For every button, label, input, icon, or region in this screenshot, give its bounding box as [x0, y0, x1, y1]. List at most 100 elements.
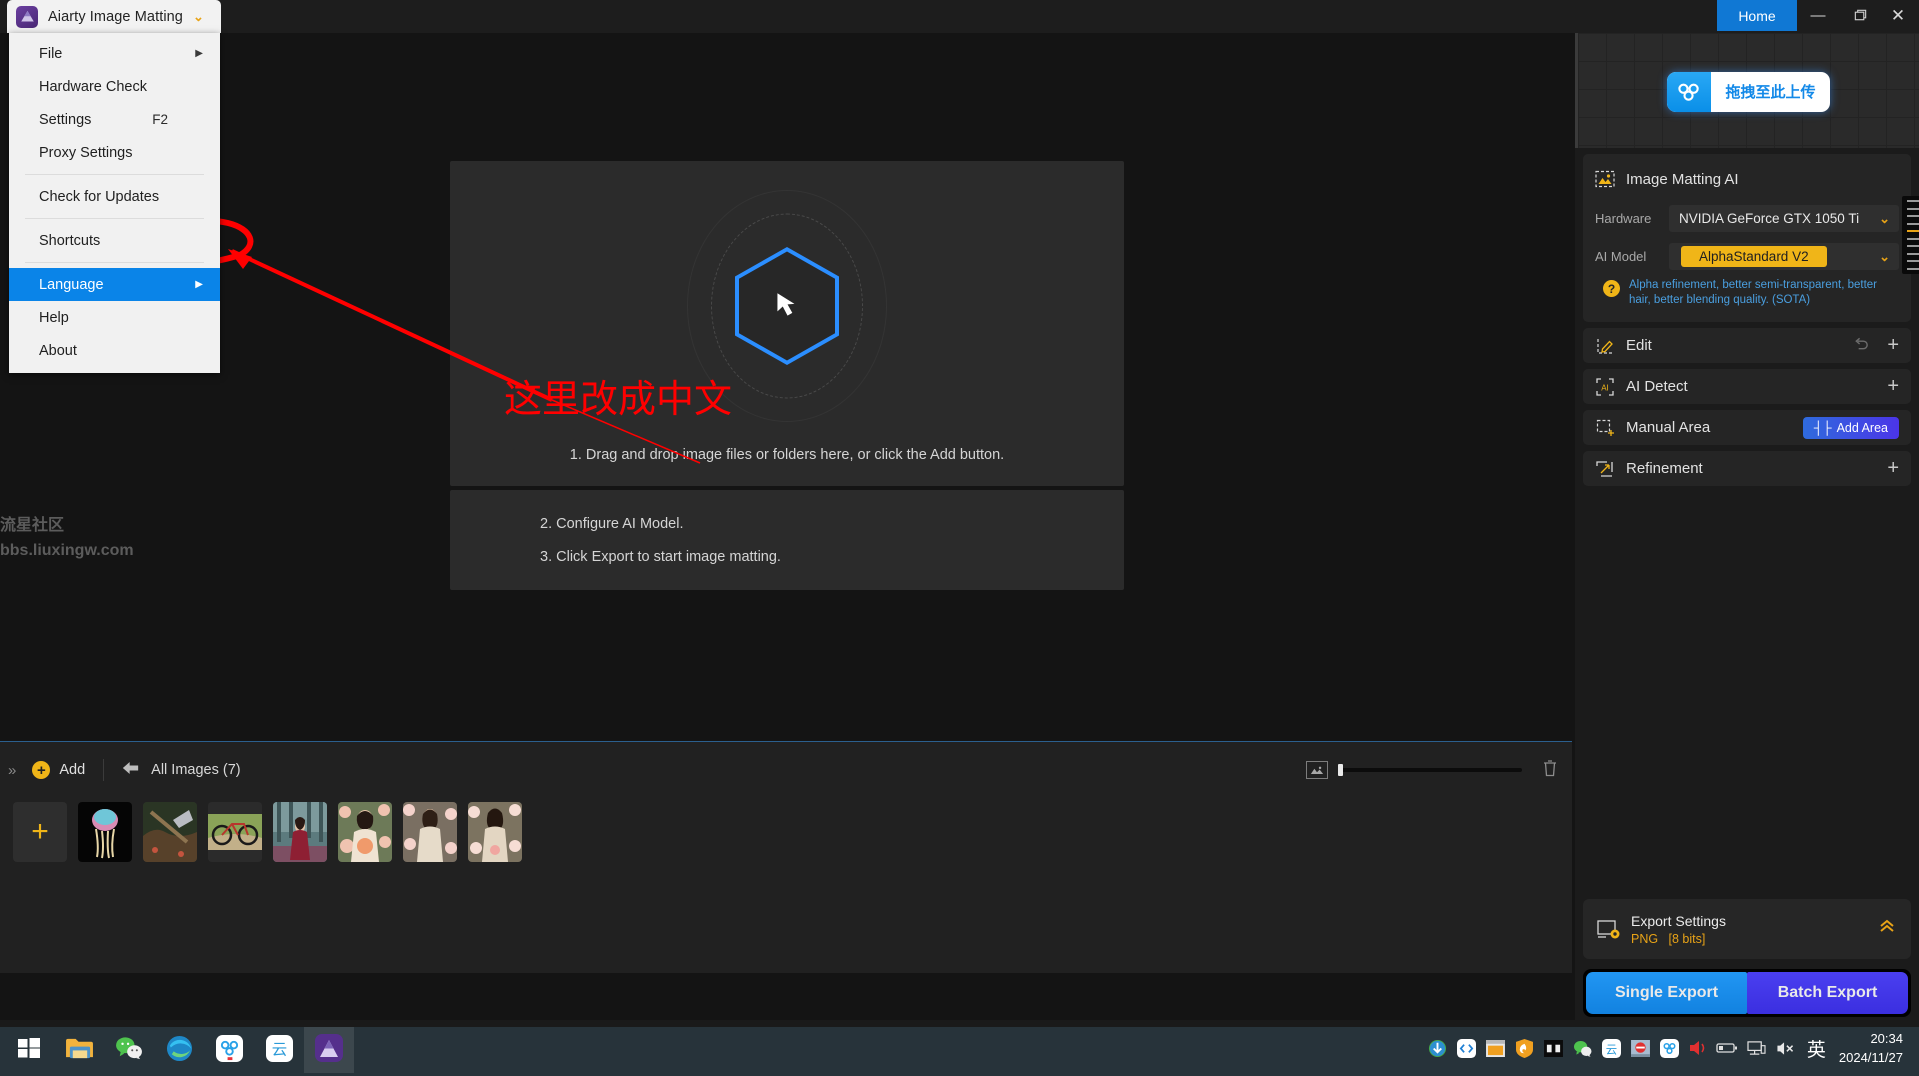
- menu-item-check-for-updates[interactable]: Check for Updates: [9, 180, 220, 213]
- aiarty-button[interactable]: [304, 1023, 354, 1073]
- chevron-down-icon[interactable]: ⌄: [193, 9, 204, 25]
- menu-separator: [25, 218, 204, 219]
- level-line: [1907, 207, 1919, 210]
- window-app-icon[interactable]: [1481, 1020, 1510, 1076]
- delete-icon[interactable]: [1542, 759, 1558, 782]
- aiarty-logo-icon: [314, 1033, 344, 1063]
- export-area: Export Settings PNG [8 bits] Single Expo…: [1583, 899, 1911, 1017]
- file-explorer-button[interactable]: [54, 1023, 104, 1073]
- folder-icon: [64, 1033, 94, 1063]
- instruction-step-2: 2. Configure AI Model.: [540, 515, 684, 532]
- wps-cloud-tray-icon[interactable]: 云: [1597, 1020, 1626, 1076]
- thumbnail-item[interactable]: [208, 802, 262, 862]
- wps-cloud-button[interactable]: 云: [254, 1023, 304, 1073]
- thumbnail-size-slider[interactable]: [1338, 764, 1522, 776]
- section-refinement[interactable]: Refinement +: [1583, 451, 1911, 486]
- edge-button[interactable]: [154, 1023, 204, 1073]
- baidu-netdisk-tray-icon[interactable]: [1655, 1020, 1684, 1076]
- menu-item-about[interactable]: About: [9, 334, 220, 367]
- network-icon[interactable]: [1742, 1020, 1771, 1076]
- add-button[interactable]: +: [1887, 375, 1899, 398]
- section-edit[interactable]: Edit +: [1583, 328, 1911, 363]
- code-editor-icon[interactable]: [1452, 1020, 1481, 1076]
- add-area-button[interactable]: ┤├ Add Area: [1802, 416, 1899, 439]
- single-export-button[interactable]: Single Export: [1586, 972, 1747, 1014]
- menu-item-help[interactable]: Help: [9, 301, 220, 334]
- chevron-up-icon[interactable]: [1877, 917, 1897, 941]
- export-settings-bar[interactable]: Export Settings PNG [8 bits]: [1583, 899, 1911, 959]
- huorong-security-icon[interactable]: [1510, 1020, 1539, 1076]
- instruction-step-1: 1. Drag and drop image files or folders …: [569, 447, 1005, 463]
- add-button[interactable]: +: [1887, 457, 1899, 480]
- minimize-button[interactable]: —: [1797, 0, 1839, 31]
- add-button[interactable]: +: [1887, 334, 1899, 357]
- ai-model-description-row: ? Alpha refinement, better semi-transpar…: [1595, 278, 1899, 308]
- input-language-indicator[interactable]: 英: [1800, 1035, 1833, 1062]
- section-ai-detect[interactable]: AI AI Detect +: [1583, 369, 1911, 404]
- menu-item-language[interactable]: Language ▶: [9, 268, 220, 301]
- hardware-select[interactable]: NVIDIA GeForce GTX 1050 Ti ⌄: [1669, 205, 1899, 232]
- thumbnail-item[interactable]: [403, 802, 457, 862]
- hardware-label: Hardware: [1595, 211, 1652, 226]
- no-entry-tool-icon[interactable]: [1626, 1020, 1655, 1076]
- baidu-netdisk-icon: [1667, 71, 1712, 112]
- drop-zone-card[interactable]: 1. Drag and drop image files or folders …: [450, 161, 1124, 486]
- menu-item-file[interactable]: File ▶: [9, 37, 220, 70]
- menu-item-label: Shortcuts: [39, 232, 101, 249]
- thumbnail-item[interactable]: [143, 802, 197, 862]
- menu-item-hardware-check[interactable]: Hardware Check: [9, 70, 220, 103]
- clock-date: 2024/11/27: [1838, 1050, 1903, 1065]
- ai-model-value: AlphaStandard V2: [1681, 246, 1827, 267]
- level-line-highlight: [1907, 230, 1919, 233]
- volume-speaker-icon[interactable]: [1684, 1020, 1713, 1076]
- ai-model-select[interactable]: AlphaStandard V2 ⌄: [1669, 243, 1899, 270]
- image-matting-ai-card: Image Matting AI Hardware NVIDIA GeForce…: [1583, 154, 1911, 322]
- maximize-button[interactable]: [1839, 0, 1881, 31]
- preview-checkerboard[interactable]: 拖拽至此上传: [1575, 33, 1919, 148]
- clock[interactable]: 20:34 2024/11/27: [1833, 1029, 1909, 1067]
- thumbnail-item[interactable]: [273, 802, 327, 862]
- watermark-line-2: bbs.liuxingw.com: [0, 542, 134, 559]
- collapse-chevron-icon[interactable]: »: [8, 762, 16, 779]
- chevron-down-icon: ⌄: [1879, 210, 1890, 226]
- help-icon[interactable]: ?: [1603, 280, 1620, 297]
- start-button[interactable]: [4, 1023, 54, 1073]
- application-window: Aiarty Image Matting ⌄ Home — ✕ 流星社区 bbs…: [0, 0, 1919, 1076]
- menu-item-shortcuts[interactable]: Shortcuts: [9, 224, 220, 257]
- battery-icon[interactable]: [1713, 1020, 1742, 1076]
- close-button[interactable]: ✕: [1877, 0, 1919, 31]
- app-menu-chip[interactable]: Aiarty Image Matting ⌄: [7, 0, 221, 33]
- menu-item-label: File: [39, 45, 63, 62]
- baidu-netdisk-button[interactable]: [204, 1023, 254, 1073]
- instructions-card: 2. Configure AI Model. 3. Click Export t…: [450, 490, 1124, 590]
- batch-export-button[interactable]: Batch Export: [1747, 972, 1908, 1014]
- level-line: [1907, 252, 1919, 255]
- all-images-label[interactable]: All Images (7): [151, 762, 240, 778]
- menu-item-proxy-settings[interactable]: Proxy Settings: [9, 136, 220, 169]
- wechat-tray-icon[interactable]: [1568, 1020, 1597, 1076]
- drag-upload-overlay[interactable]: 拖拽至此上传: [1667, 71, 1830, 112]
- hardware-value: NVIDIA GeForce GTX 1050 Ti: [1679, 211, 1860, 226]
- menu-item-settings[interactable]: Settings F2: [9, 103, 220, 136]
- ai-model-label: AI Model: [1595, 249, 1647, 264]
- wechat-button[interactable]: [104, 1023, 154, 1073]
- menu-item-label: Proxy Settings: [39, 144, 133, 161]
- slider-handle[interactable]: [1338, 764, 1343, 776]
- home-button[interactable]: Home: [1717, 0, 1797, 31]
- title-bar: Aiarty Image Matting ⌄ Home — ✕: [0, 0, 1919, 33]
- export-bits-value: [8 bits]: [1668, 931, 1706, 946]
- volume-muted-icon[interactable]: [1771, 1020, 1800, 1076]
- undo-icon[interactable]: [1853, 337, 1870, 355]
- back-arrow-icon[interactable]: [122, 761, 139, 780]
- thumbnail-item[interactable]: [78, 802, 132, 862]
- internet-download-manager-icon[interactable]: [1423, 1020, 1452, 1076]
- mini-level-indicator: [1902, 196, 1919, 274]
- display-tool-icon[interactable]: [1539, 1020, 1568, 1076]
- image-matting-icon: [1595, 169, 1615, 189]
- export-settings-texts: Export Settings PNG [8 bits]: [1631, 913, 1726, 946]
- thumbnail-item[interactable]: [338, 802, 392, 862]
- add-images-button[interactable]: + Add: [32, 761, 85, 779]
- thumbnail-item[interactable]: [468, 802, 522, 862]
- thumbnail-add-tile[interactable]: +: [13, 802, 67, 862]
- section-manual-area[interactable]: Manual Area ┤├ Add Area: [1583, 410, 1911, 445]
